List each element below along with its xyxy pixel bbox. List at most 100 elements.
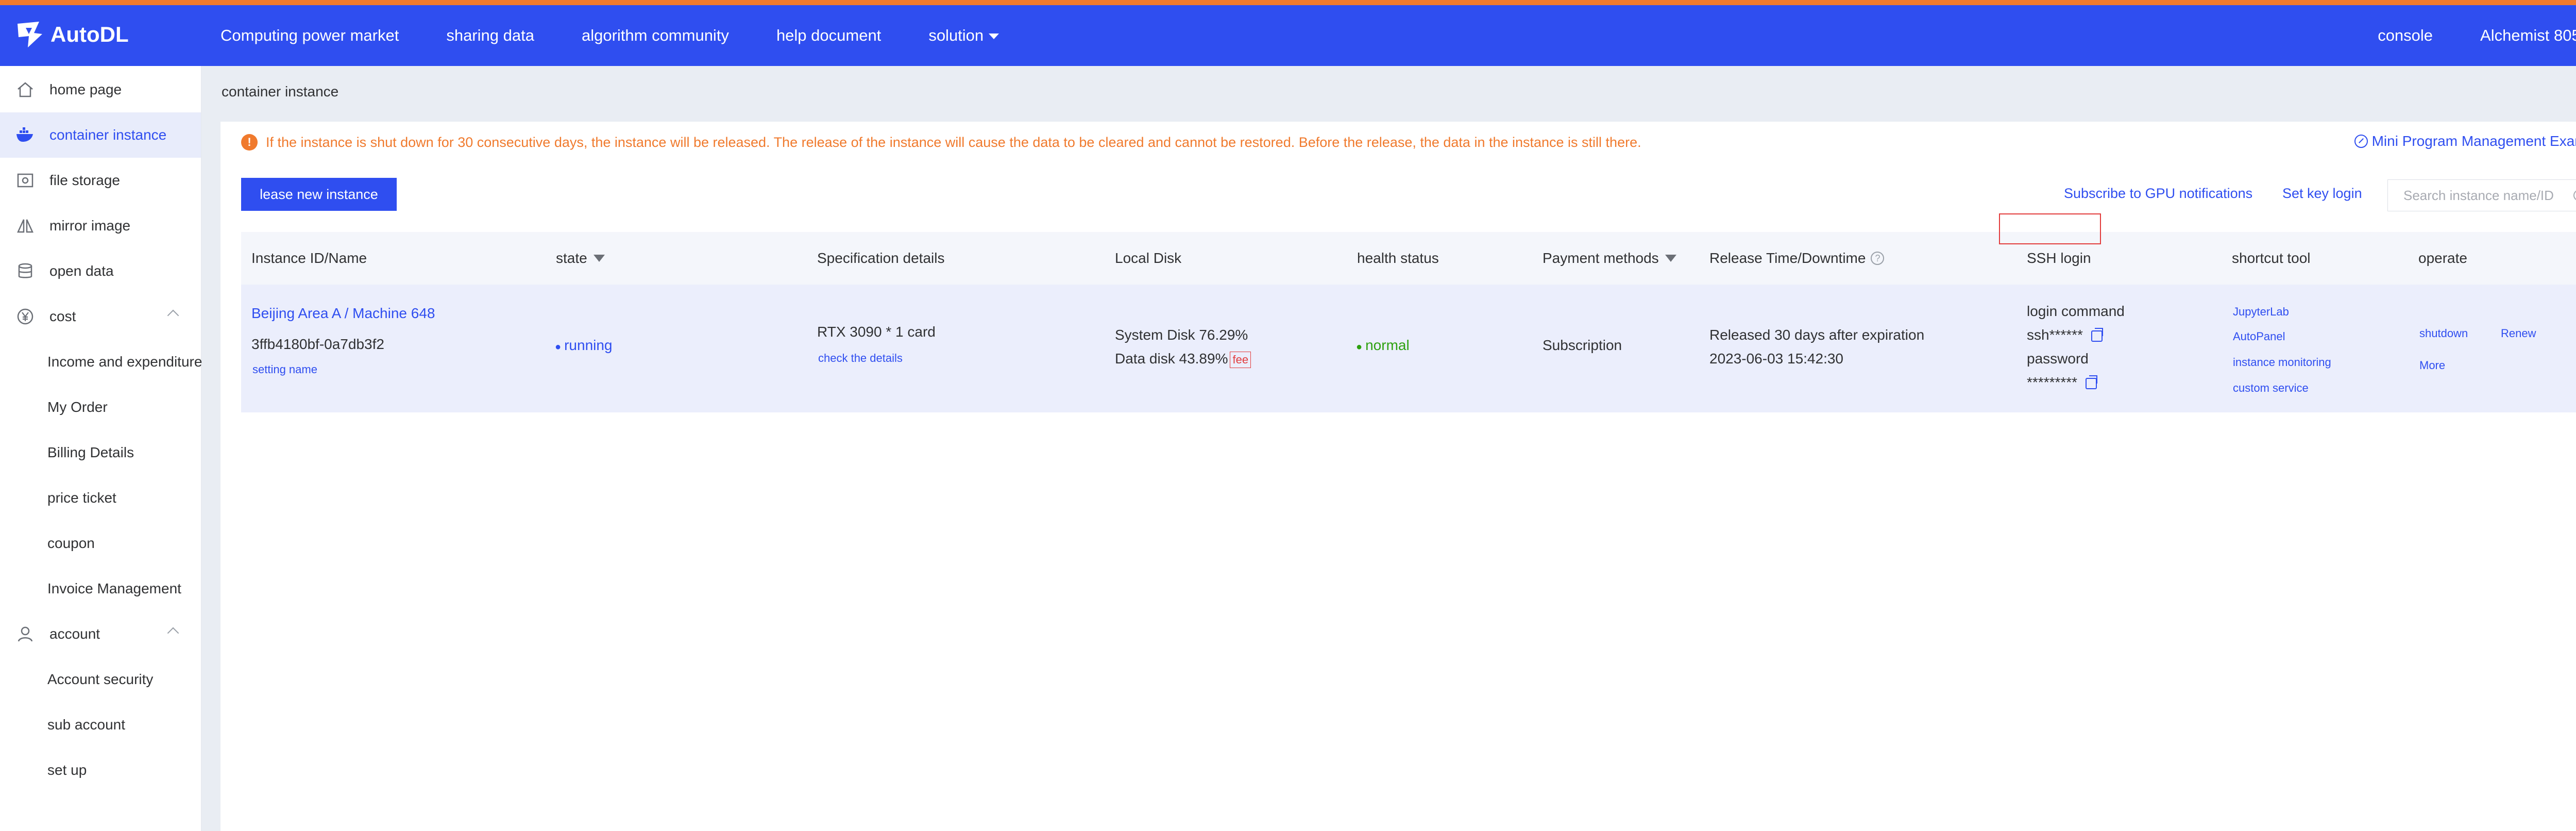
col-operate: operate	[2418, 232, 2467, 285]
nav-solution-label: solution	[928, 26, 984, 44]
col-health-status: health status	[1357, 232, 1439, 285]
data-disk-text: Data disk 43.89%	[1115, 351, 1228, 367]
search-input[interactable]	[2388, 187, 2569, 204]
sidebar-item-home-page[interactable]: home page	[0, 67, 201, 112]
tool-custom-service[interactable]: custom service	[2233, 381, 2309, 395]
sidebar-item-label: Billing Details	[47, 444, 134, 460]
jupyterlab-highlight-box	[1999, 213, 2101, 244]
ssh-command-label: login command	[2027, 303, 2125, 319]
yen-icon	[15, 307, 35, 326]
set-key-login-link[interactable]: Set key login	[2282, 186, 2362, 202]
sidebar-item-label: account	[49, 626, 100, 642]
sidebar-item-billing-details[interactable]: Billing Details	[0, 430, 201, 475]
sidebar-item-mirror-image[interactable]: mirror image	[0, 203, 201, 248]
col-label: Specification details	[817, 250, 945, 266]
health-normal: normal	[1356, 337, 1410, 354]
database-icon	[15, 261, 35, 281]
sidebar-item-label: Income and expenditure	[47, 354, 202, 370]
sidebar-group-account[interactable]: account	[0, 611, 201, 657]
ssh-password-label: password	[2027, 351, 2089, 367]
sidebar-item-open-data[interactable]: open data	[0, 248, 201, 294]
nav-computing-power-market[interactable]: Computing power market	[221, 26, 399, 45]
more-menu[interactable]: More	[2419, 359, 2445, 372]
col-state: state	[556, 232, 605, 285]
copy-icon[interactable]	[2086, 375, 2098, 389]
sidebar-item-file-storage[interactable]: file storage	[0, 158, 201, 203]
gpu-notification-link[interactable]: Subscribe to GPU notifications	[2064, 186, 2252, 202]
sidebar-item-label: container instance	[49, 127, 167, 143]
sidebar-item-label: sub account	[47, 717, 125, 733]
filter-icon[interactable]	[1665, 255, 1676, 262]
chevron-up-icon	[167, 309, 179, 322]
ssh-password-value: *********	[2027, 374, 2078, 390]
copy-icon[interactable]	[2091, 327, 2103, 342]
spec-gpu: RTX 3090 * 1 card	[817, 324, 936, 340]
lease-new-instance-button[interactable]: lease new instance	[241, 178, 397, 211]
sidebar: home page container instance file storag…	[0, 66, 202, 831]
col-release-time: Release Time/Downtime?	[1709, 232, 1885, 285]
ssh-password: *********	[2027, 374, 2098, 391]
setting-name-link[interactable]: setting name	[252, 363, 317, 376]
header-right: console Alchemist 8051	[2378, 5, 2576, 66]
sidebar-item-price-ticket[interactable]: price ticket	[0, 475, 201, 521]
sidebar-item-label: mirror image	[49, 218, 131, 234]
col-label: SSH login	[2027, 250, 2091, 266]
shutdown-button[interactable]: shutdown	[2419, 327, 2468, 340]
col-payment-methods: Payment methods	[1543, 232, 1676, 285]
release-notice: ! If the instance is shut down for 30 co…	[241, 134, 1641, 151]
sidebar-item-label: set up	[47, 762, 87, 778]
caret-down-icon	[989, 34, 999, 40]
mirror-icon	[15, 216, 35, 236]
renew-button[interactable]: Renew	[2501, 327, 2536, 340]
mini-program-label: Mini Program Management Example	[2371, 133, 2576, 149]
col-label: shortcut tool	[2232, 250, 2311, 266]
sidebar-item-sub-account[interactable]: sub account	[0, 702, 201, 747]
instance-card	[221, 122, 2576, 831]
table-row: Beijing Area A / Machine 648 3ffb4180bf-…	[241, 285, 2576, 412]
tool-autopanel[interactable]: AutoPanel	[2233, 330, 2285, 343]
instance-name-link[interactable]: Beijing Area A / Machine 648	[251, 305, 435, 322]
col-instance-id: Instance ID/Name	[251, 232, 367, 285]
help-icon[interactable]: ?	[1871, 252, 1885, 265]
fee-tag[interactable]: fee	[1230, 352, 1251, 368]
logo[interactable]: AutoDL	[13, 16, 129, 53]
tool-jupyterlab[interactable]: JupyterLab	[2233, 305, 2289, 319]
sidebar-group-cost[interactable]: cost	[0, 294, 201, 339]
mini-program-link[interactable]: Mini Program Management Example	[2354, 133, 2576, 149]
filter-icon[interactable]	[593, 255, 605, 262]
payment-method: Subscription	[1543, 337, 1622, 353]
nav-sharing-data[interactable]: sharing data	[446, 26, 534, 45]
instance-search	[2387, 179, 2576, 211]
sidebar-item-coupon[interactable]: coupon	[0, 521, 201, 566]
sidebar-item-set-up[interactable]: set up	[0, 747, 201, 793]
nav-solution[interactable]: solution	[928, 26, 999, 45]
nav-algorithm-community[interactable]: algorithm community	[582, 26, 729, 45]
tool-instance-monitoring[interactable]: instance monitoring	[2233, 356, 2331, 369]
sidebar-item-account-security[interactable]: Account security	[0, 657, 201, 702]
sidebar-item-container-instance[interactable]: container instance	[0, 112, 201, 158]
sidebar-item-my-order[interactable]: My Order	[0, 385, 201, 430]
compass-icon	[2354, 135, 2368, 148]
sidebar-item-invoice-management[interactable]: Invoice Management	[0, 566, 201, 611]
console-link[interactable]: console	[2378, 26, 2433, 45]
storage-icon	[15, 171, 35, 190]
col-label: state	[556, 250, 587, 266]
sidebar-item-income-expenditure[interactable]: Income and expenditure	[0, 339, 202, 385]
data-disk: Data disk 43.89% fee	[1115, 351, 1251, 368]
check-details-link[interactable]: check the details	[818, 352, 903, 365]
sidebar-item-label: home page	[49, 81, 122, 97]
nav-help-document[interactable]: help document	[776, 26, 881, 45]
col-label: Payment methods	[1543, 250, 1659, 266]
instance-id: 3ffb4180bf-0a7db3f2	[251, 336, 384, 352]
sidebar-item-label: price ticket	[47, 490, 116, 506]
table-header: Instance ID/Name state Specification det…	[241, 232, 2576, 285]
top-navbar: AutoDL Computing power market sharing da…	[0, 5, 2576, 66]
sidebar-item-label: Invoice Management	[47, 580, 181, 596]
col-label: Instance ID/Name	[251, 250, 367, 266]
search-icon[interactable]	[2573, 190, 2576, 201]
user-name: Alchemist 8051	[2480, 26, 2576, 44]
user-menu[interactable]: Alchemist 8051	[2480, 26, 2576, 45]
sidebar-item-label: coupon	[47, 535, 95, 551]
sidebar-item-label: file storage	[49, 172, 120, 188]
warning-icon: !	[241, 134, 258, 151]
